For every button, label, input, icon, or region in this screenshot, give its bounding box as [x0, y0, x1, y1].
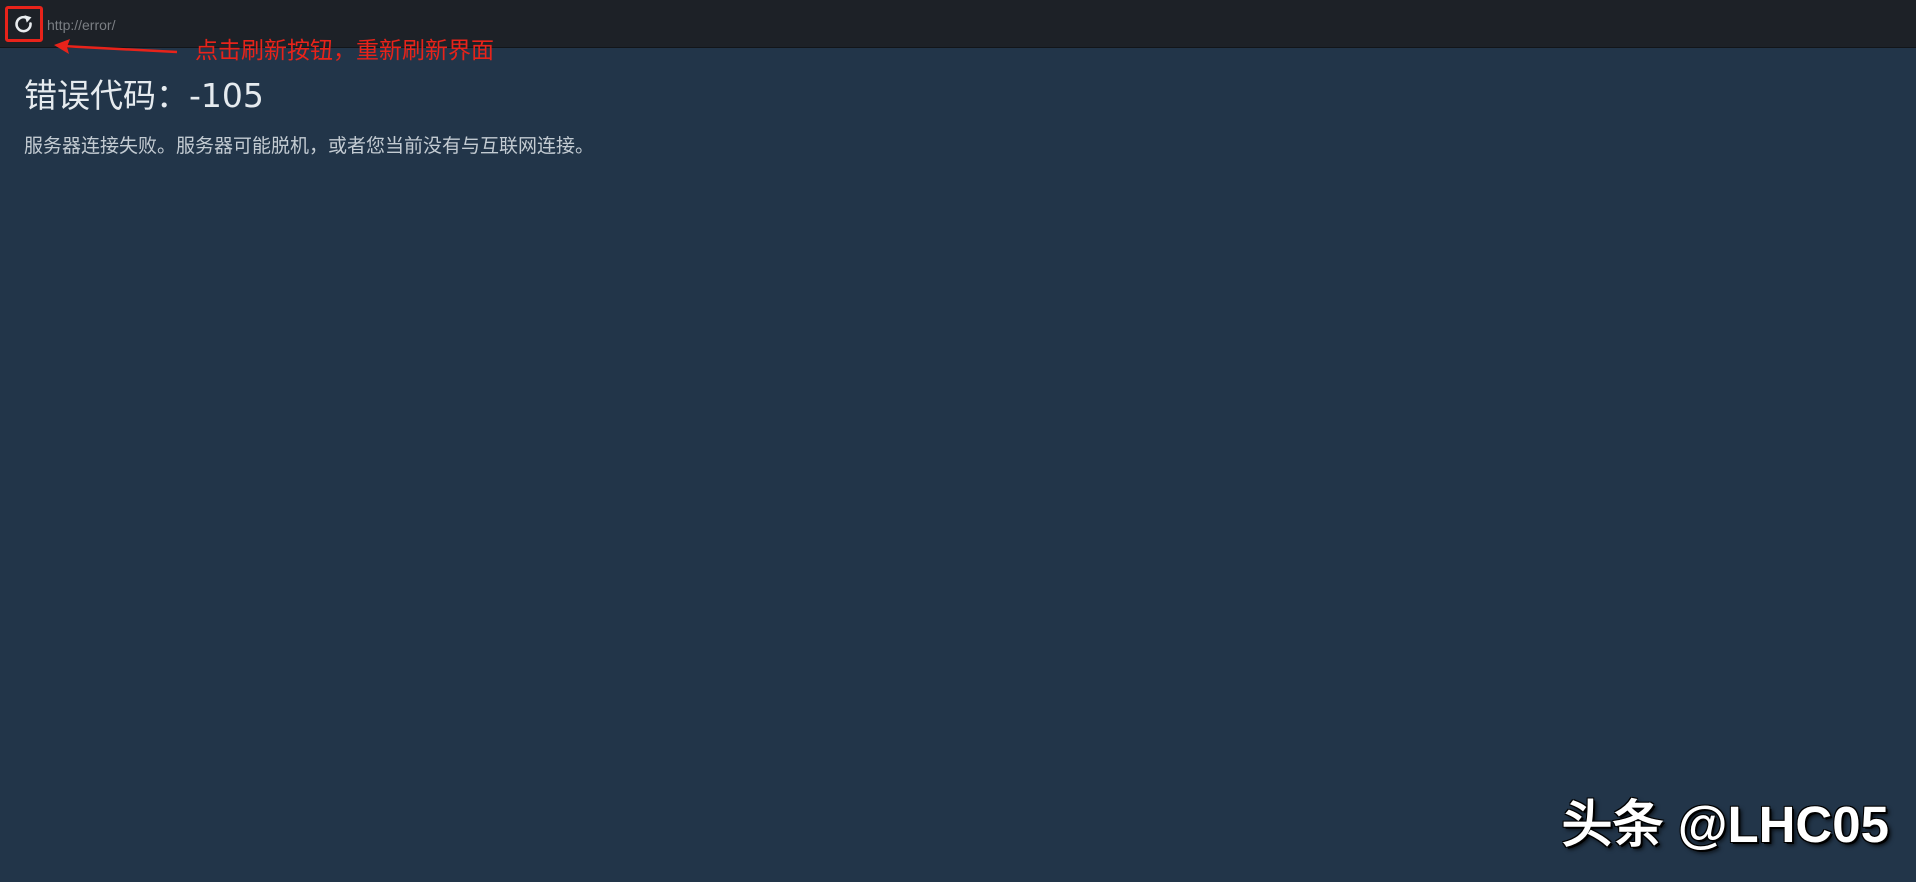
- watermark: 头条 @LHC05: [1561, 796, 1889, 853]
- annotation-arrow: [54, 39, 178, 54]
- refresh-icon: [13, 14, 35, 34]
- error-code-title: 错误代码：-105: [24, 76, 264, 115]
- address-bar-url[interactable]: http://error/: [47, 16, 115, 34]
- error-page: http://error/ 点击刷新按钮，重新刷新界面 错误代码：-105 服务…: [0, 0, 1916, 882]
- refresh-button[interactable]: [5, 6, 43, 42]
- annotation-text: 点击刷新按钮，重新刷新界面: [195, 38, 494, 64]
- error-description: 服务器连接失败。服务器可能脱机，或者您当前没有与互联网连接。: [24, 135, 595, 157]
